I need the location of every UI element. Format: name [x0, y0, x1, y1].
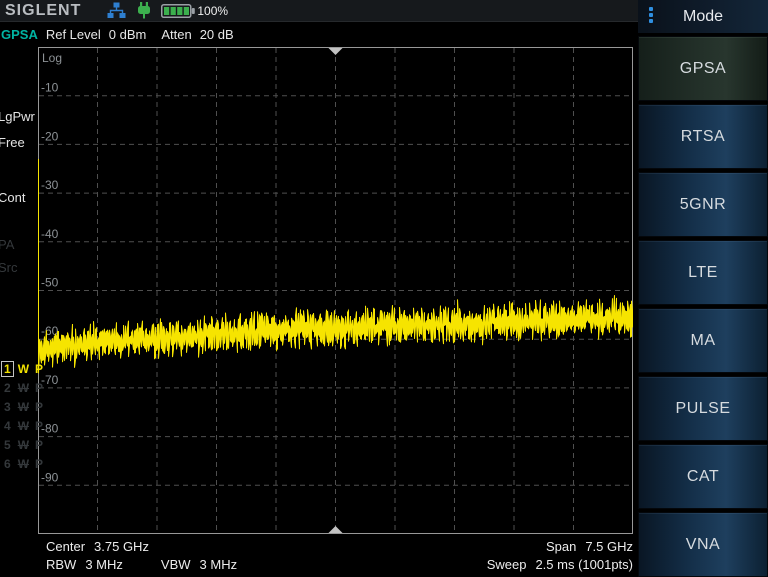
measurement-status-row: GPSA Ref Level 0 dBm Atten 20 dB [0, 25, 638, 43]
center-label: Center [46, 539, 85, 555]
trace-number: 3 [1, 399, 14, 415]
side-label-cont: Cont [0, 190, 25, 205]
vbw-label: VBW [161, 557, 191, 573]
freq-annotation-row: Center 3.75 GHz Span 7.5 GHz [46, 539, 633, 555]
vbw: VBW 3 MHz [161, 557, 237, 573]
display-area: SIGLENT [0, 0, 638, 577]
sweep-value: 2.5 ms (1001pts) [535, 557, 633, 573]
menu-item-5gnr[interactable]: 5GNR [638, 172, 768, 237]
menu-handle-icon[interactable] [649, 7, 653, 25]
trace-6-state: 6WP [1, 454, 43, 473]
center-frequency: Center 3.75 GHz [46, 539, 149, 555]
trace-number: 1 [1, 361, 14, 377]
y-tick-label: -50 [41, 276, 59, 290]
side-label-free: Free [0, 135, 25, 150]
spectrum-plot: Log-10-20-30-40-50-60-70-80-90 [38, 47, 633, 534]
trace-number: 4 [1, 418, 14, 434]
trace-detector: W [18, 419, 29, 433]
power-plug-icon [136, 2, 152, 19]
menu-item-ma[interactable]: MA [638, 308, 768, 373]
lan-icon [107, 2, 126, 19]
side-label-lgpwr: LgPwr [0, 109, 35, 124]
mode-softkey-menu: Mode GPSARTSA5GNRLTEMAPULSECATVNA [638, 0, 768, 577]
span-value: 7.5 GHz [585, 539, 633, 555]
trace-number: 2 [1, 380, 14, 396]
bw-group: RBW 3 MHz VBW 3 MHz [46, 557, 237, 573]
center-marker-top-icon [329, 48, 343, 55]
trace-peak-mode: P [35, 438, 43, 452]
menu-title: Mode [683, 8, 723, 26]
active-mode-tag: GPSA [1, 27, 38, 42]
trace-peak-mode: P [35, 381, 43, 395]
siglent-logo: SIGLENT [5, 2, 81, 20]
analyzer-screen: SIGLENT [0, 0, 768, 577]
y-tick-label: -90 [41, 470, 59, 484]
menu-item-cat[interactable]: CAT [638, 444, 768, 509]
trace-1-state: 1WP [1, 359, 43, 378]
trace-3-state: 3WP [1, 397, 43, 416]
span-label: Span [546, 539, 576, 555]
y-tick-label: -10 [41, 81, 59, 95]
atten-value: 20 dB [200, 27, 234, 42]
trace-detector: W [18, 381, 29, 395]
trace-4-state: 4WP [1, 416, 43, 435]
plot-grid [39, 48, 632, 533]
trace-detector: W [18, 457, 29, 471]
trace-number: 5 [1, 437, 14, 453]
menu-item-pulse[interactable]: PULSE [638, 376, 768, 441]
top-status-bar: SIGLENT [0, 0, 638, 22]
trace-5-state: 5WP [1, 435, 43, 454]
atten-label: Atten [161, 27, 191, 42]
rbw-label: RBW [46, 557, 76, 573]
y-tick-label: -40 [41, 227, 59, 241]
trace-detector: W [18, 400, 29, 414]
sweep-label: Sweep [487, 557, 527, 573]
battery-percent: 100% [197, 4, 228, 18]
span-frequency: Span 7.5 GHz [546, 539, 633, 555]
y-tick-label: -80 [41, 422, 59, 436]
ref-level-value: 0 dBm [109, 27, 147, 42]
y-tick-label: -20 [41, 129, 59, 143]
y-tick-label: -30 [41, 178, 59, 192]
menu-item-vna[interactable]: VNA [638, 512, 768, 577]
center-marker-bottom-icon [329, 526, 343, 533]
battery-icon [161, 4, 195, 18]
ref-level-label: Ref Level [46, 27, 101, 42]
scale-label: Log [42, 51, 62, 65]
menu-item-gpsa[interactable]: GPSA [638, 36, 768, 101]
trace-peak-mode: P [35, 419, 43, 433]
vbw-value: 3 MHz [200, 557, 238, 573]
trace-detector: W [18, 362, 29, 376]
trace-2-state: 2WP [1, 378, 43, 397]
center-value: 3.75 GHz [94, 539, 149, 555]
bw-annotation-row: RBW 3 MHz VBW 3 MHz Sweep 2.5 ms (1001pt… [46, 557, 633, 573]
trace-detector: W [18, 438, 29, 452]
side-label-pa: PA [0, 237, 14, 252]
trace-number: 6 [1, 456, 14, 472]
y-axis-labels: Log-10-20-30-40-50-60-70-80-90 [41, 51, 62, 484]
trace-peak-mode: P [35, 362, 43, 376]
trace-peak-mode: P [35, 457, 43, 471]
sweep: Sweep 2.5 ms (1001pts) [487, 557, 633, 573]
menu-item-rtsa[interactable]: RTSA [638, 104, 768, 169]
trace-state-list: 1WP2WP3WP4WP5WP6WP [1, 359, 43, 473]
menu-item-lte[interactable]: LTE [638, 240, 768, 305]
trace-peak-mode: P [35, 400, 43, 414]
menu-header: Mode [638, 0, 768, 33]
rbw: RBW 3 MHz [46, 557, 123, 573]
rbw-value: 3 MHz [85, 557, 123, 573]
y-tick-label: -70 [41, 373, 59, 387]
side-label-src: Src [0, 260, 18, 275]
